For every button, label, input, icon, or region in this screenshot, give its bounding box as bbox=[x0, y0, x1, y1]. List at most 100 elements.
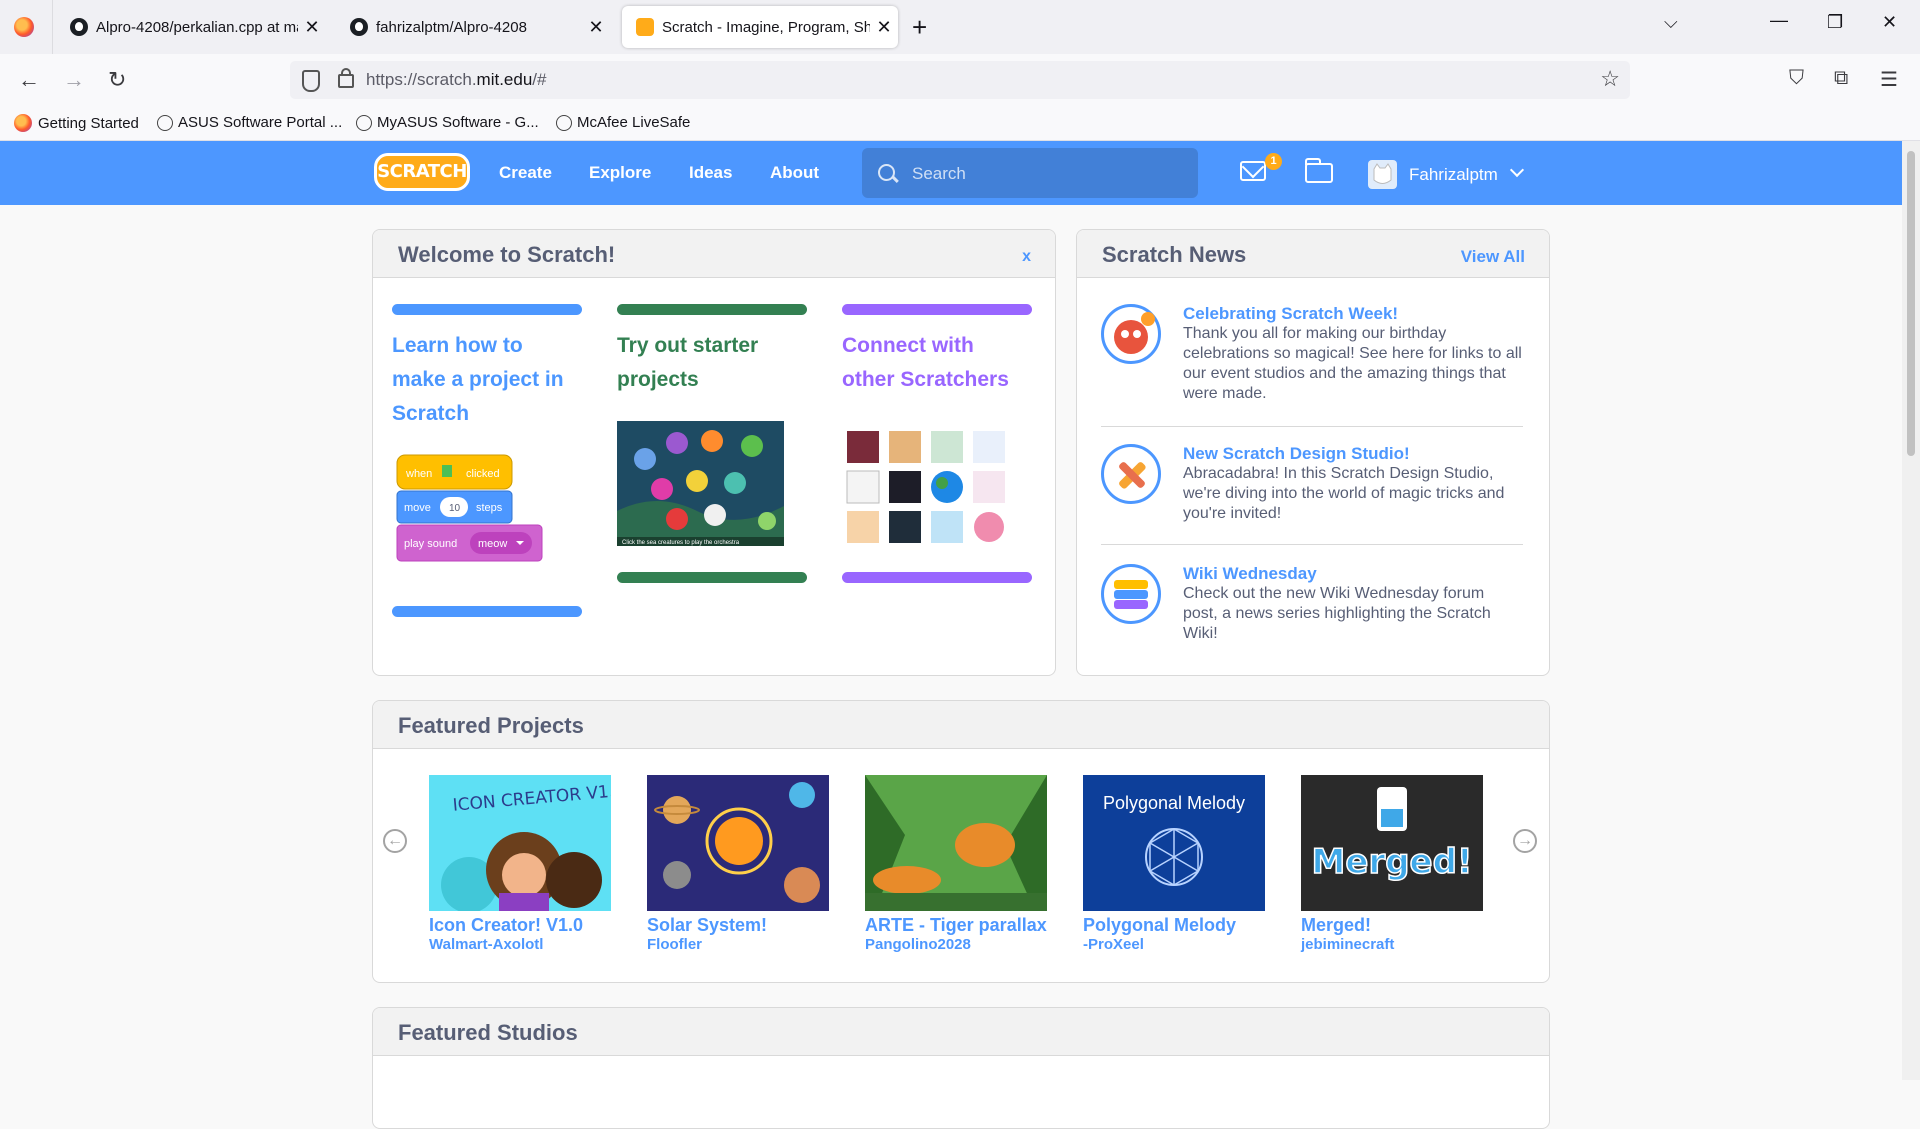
message-count-badge: 1 bbox=[1265, 153, 1282, 170]
carousel-next-icon[interactable]: → bbox=[1513, 829, 1537, 853]
project-thumbnail[interactable] bbox=[647, 775, 829, 911]
nav-create[interactable]: Create bbox=[499, 163, 552, 183]
welcome-starter-text[interactable]: Try out starter projects bbox=[617, 329, 807, 397]
list-all-tabs-icon[interactable]: ⌵ bbox=[1664, 12, 1678, 33]
project-author[interactable]: Floofler bbox=[647, 936, 829, 953]
project-thumbnail[interactable]: Merged! bbox=[1301, 775, 1483, 911]
minimize-icon[interactable]: — bbox=[1770, 10, 1788, 31]
welcome-connect-scratchers[interactable]: Connect with other Scratchers bbox=[842, 304, 1032, 583]
code-blocks-illustration: when clicked move 10 steps play sound me… bbox=[396, 454, 543, 562]
new-tab-icon[interactable]: + bbox=[912, 12, 927, 42]
firefox-icon[interactable] bbox=[14, 17, 34, 37]
url-domain: mit.edu bbox=[476, 70, 533, 89]
close-tab-icon[interactable]: ✕ bbox=[298, 17, 326, 38]
thumb-text: ICON CREATOR V1.0 bbox=[452, 781, 611, 816]
close-tab-icon[interactable]: ✕ bbox=[582, 17, 610, 38]
project-title[interactable]: Icon Creator! V1.0 bbox=[429, 915, 611, 936]
news-box: Scratch News View All Celebrating Scratc… bbox=[1076, 229, 1550, 676]
carousel-prev-icon[interactable]: ← bbox=[383, 829, 407, 853]
menu-icon[interactable]: ☰ bbox=[1880, 67, 1898, 92]
news-item[interactable]: Wiki Wednesday Check out the new Wiki We… bbox=[1101, 564, 1521, 664]
featured-studios-box: Featured Studios bbox=[372, 1007, 1550, 1129]
featured-projects-header: Featured Projects bbox=[373, 701, 1549, 749]
nav-explore[interactable]: Explore bbox=[589, 163, 651, 183]
globe-icon bbox=[556, 114, 572, 131]
welcome-learn-project[interactable]: Learn how to make a project in Scratch w… bbox=[392, 304, 582, 617]
welcome-learn-text[interactable]: Learn how to make a project in Scratch bbox=[392, 329, 582, 431]
featured-studios-header: Featured Studios bbox=[373, 1008, 1549, 1056]
username[interactable]: Fahrizalptm bbox=[1409, 165, 1498, 185]
project-card[interactable]: ARTE - Tiger parallax Pangolino2028 bbox=[865, 775, 1047, 953]
close-welcome-button[interactable]: x bbox=[1022, 248, 1031, 266]
tab-scratch[interactable]: Scratch - Imagine, Program, Sha ✕ bbox=[622, 6, 898, 48]
starter-project-thumbnail[interactable]: Click the sea creatures to play the orch… bbox=[617, 411, 807, 561]
reload-icon[interactable]: ↻ bbox=[108, 67, 126, 93]
block-play-sound: play sound bbox=[404, 538, 457, 550]
tab-title: fahrizalptm/Alpro-4208 bbox=[376, 18, 527, 36]
welcome-starter-projects[interactable]: Try out starter projects Click the sea c… bbox=[617, 304, 807, 583]
lock-icon[interactable] bbox=[338, 68, 354, 88]
search-input[interactable] bbox=[910, 160, 1184, 188]
welcome-connect-text[interactable]: Connect with other Scratchers bbox=[842, 329, 1032, 397]
close-window-icon[interactable]: ✕ bbox=[1882, 12, 1897, 33]
tab-title: Alpro-4208/perkalian.cpp at ma bbox=[96, 18, 298, 36]
restore-icon[interactable]: ❐ bbox=[1827, 12, 1843, 33]
news-item[interactable]: New Scratch Design Studio! Abracadabra! … bbox=[1101, 444, 1521, 544]
news-item-title[interactable]: Celebrating Scratch Week! bbox=[1183, 304, 1398, 324]
page-scrollbar[interactable] bbox=[1902, 141, 1920, 1080]
project-author[interactable]: jebiminecraft bbox=[1301, 936, 1483, 953]
wiki-blocks-icon bbox=[1101, 564, 1161, 624]
close-tab-icon[interactable]: ✕ bbox=[870, 17, 898, 38]
news-item-title[interactable]: New Scratch Design Studio! bbox=[1183, 444, 1410, 464]
news-item-title[interactable]: Wiki Wednesday bbox=[1183, 564, 1317, 584]
bookmark-mcafee-livesafe[interactable]: McAfee LiveSafe bbox=[556, 114, 690, 131]
tracking-protection-icon[interactable] bbox=[302, 70, 320, 92]
welcome-bar-bottom bbox=[392, 606, 582, 617]
extensions-icon[interactable]: ⧉ bbox=[1834, 67, 1848, 90]
messages-icon[interactable] bbox=[1240, 161, 1266, 181]
tab-alpro-perkalian[interactable]: Alpro-4208/perkalian.cpp at ma ✕ bbox=[56, 6, 326, 48]
nav-about[interactable]: About bbox=[770, 163, 819, 183]
project-thumbnail[interactable]: ICON CREATOR V1.0 bbox=[429, 775, 611, 911]
project-title[interactable]: Solar System! bbox=[647, 915, 829, 936]
project-card[interactable]: ICON CREATOR V1.0 Icon Creator! V1.0 Wal… bbox=[429, 775, 611, 953]
bookmark-asus-software-portal[interactable]: ASUS Software Portal ... bbox=[157, 114, 342, 131]
globe-icon bbox=[356, 114, 372, 131]
welcome-bar-bottom bbox=[842, 572, 1032, 583]
project-author[interactable]: -ProXeel bbox=[1083, 936, 1265, 953]
project-title[interactable]: Merged! bbox=[1301, 915, 1483, 936]
news-divider bbox=[1101, 544, 1523, 545]
bookmark-myasus-software[interactable]: MyASUS Software - G... bbox=[356, 114, 539, 131]
news-item-desc: Thank you all for making our birthday ce… bbox=[1183, 325, 1522, 402]
back-icon[interactable]: ← bbox=[18, 67, 40, 93]
tab-fahrizalptm-repo[interactable]: fahrizalptm/Alpro-4208 ✕ bbox=[336, 6, 610, 48]
project-author[interactable]: Walmart-Axolotl bbox=[429, 936, 611, 953]
block-sound: meow bbox=[478, 538, 507, 550]
bookmark-getting-started[interactable]: Getting Started bbox=[14, 114, 139, 132]
project-thumbnail[interactable] bbox=[865, 775, 1047, 911]
avatar[interactable] bbox=[1368, 160, 1397, 189]
url-bar[interactable]: https://scratch.mit.edu/# ☆ bbox=[290, 61, 1630, 99]
view-all-link[interactable]: View All bbox=[1461, 247, 1525, 267]
project-card[interactable]: Polygonal Melody Polygonal Melody -ProXe… bbox=[1083, 775, 1265, 953]
project-title[interactable]: Polygonal Melody bbox=[1083, 915, 1265, 936]
url-text[interactable]: https://scratch.mit.edu/# bbox=[366, 70, 546, 90]
search-box[interactable] bbox=[862, 148, 1198, 198]
welcome-box: Welcome to Scratch! x Learn how to make … bbox=[372, 229, 1056, 676]
pocket-icon[interactable]: ⛉ bbox=[1789, 67, 1804, 90]
project-author[interactable]: Pangolino2028 bbox=[865, 936, 1047, 953]
nav-ideas[interactable]: Ideas bbox=[689, 163, 732, 183]
scratch-logo[interactable]: SCRATCH bbox=[374, 153, 470, 191]
project-thumbnail[interactable]: Polygonal Melody bbox=[1083, 775, 1265, 911]
scratch-header: SCRATCH Create Explore Ideas About 1 Fah… bbox=[0, 141, 1902, 205]
block-steps: steps bbox=[476, 502, 503, 514]
scrollbar-thumb[interactable] bbox=[1907, 151, 1915, 456]
forward-icon[interactable]: → bbox=[63, 67, 85, 93]
project-title[interactable]: ARTE - Tiger parallax bbox=[865, 915, 1047, 936]
my-stuff-folder-icon[interactable] bbox=[1304, 158, 1333, 183]
news-item[interactable]: Celebrating Scratch Week! Thank you all … bbox=[1101, 304, 1522, 414]
chevron-down-icon[interactable] bbox=[1509, 162, 1525, 178]
project-card[interactable]: Merged! Merged! jebiminecraft bbox=[1301, 775, 1483, 953]
bookmark-star-icon[interactable]: ☆ bbox=[1600, 66, 1620, 92]
project-card[interactable]: Solar System! Floofler bbox=[647, 775, 829, 953]
